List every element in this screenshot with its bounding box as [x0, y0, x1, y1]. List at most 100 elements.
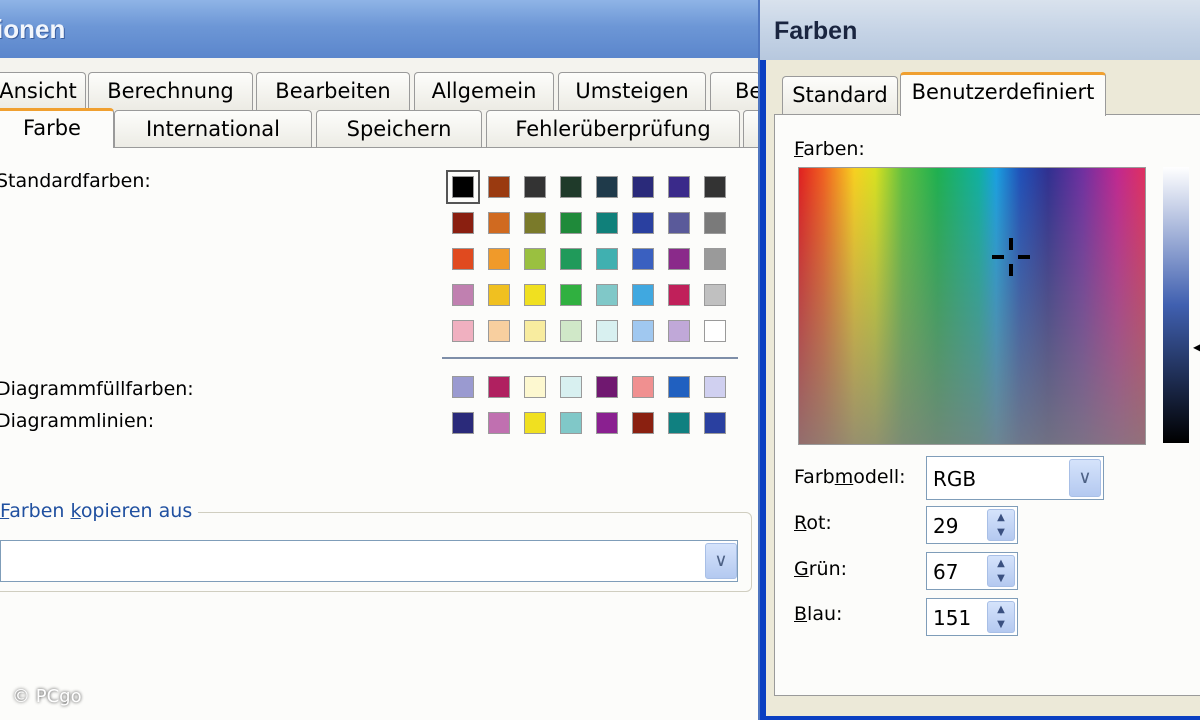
standard-color-swatch[interactable]	[668, 248, 690, 270]
standard-color-swatch[interactable]	[632, 212, 654, 234]
standard-color-swatch[interactable]	[560, 176, 582, 198]
colors-field-label: Farben:	[794, 138, 865, 160]
standard-color-swatch[interactable]	[560, 212, 582, 234]
standard-color-swatch[interactable]	[632, 320, 654, 342]
tab-speichern[interactable]: Speichern	[316, 110, 482, 148]
red-value: 29	[933, 514, 959, 538]
options-title-bar[interactable]: ionen	[0, 0, 760, 58]
standard-color-swatch[interactable]	[632, 284, 654, 306]
tab-farbe[interactable]: Farbe	[0, 108, 114, 148]
tab-international[interactable]: International	[114, 110, 312, 148]
standard-color-swatch[interactable]	[560, 320, 582, 342]
chart-line-swatch[interactable]	[596, 412, 618, 434]
standard-color-swatch[interactable]	[524, 212, 546, 234]
tab-benutzerdefiniert[interactable]: Benutzerdefiniert	[900, 72, 1106, 116]
copyright-watermark: © PCgo	[12, 686, 82, 707]
standard-color-swatch[interactable]	[668, 320, 690, 342]
standard-color-swatch[interactable]	[560, 248, 582, 270]
color-spectrum-picker[interactable]	[798, 167, 1146, 445]
green-spinner-icon[interactable]: ▲ ▼	[987, 555, 1015, 587]
red-label: Rot:	[794, 512, 832, 534]
luminance-slider[interactable]	[1163, 167, 1189, 443]
standard-color-swatch[interactable]	[704, 176, 726, 198]
tab-umsteigen[interactable]: Umsteigen	[558, 72, 706, 110]
chart-lines-label: Diagrammlinien:	[0, 410, 155, 432]
standard-color-swatch[interactable]	[704, 320, 726, 342]
standard-colors-label: Standardfarben:	[0, 170, 151, 192]
crosshair-icon[interactable]	[992, 238, 1030, 276]
chart-line-swatch[interactable]	[704, 412, 726, 434]
standard-color-swatch[interactable]	[704, 284, 726, 306]
copy-colors-select[interactable]: ∨	[0, 540, 738, 582]
red-input[interactable]: 29 ▲ ▼	[926, 506, 1018, 544]
standard-color-swatch[interactable]	[488, 176, 510, 198]
tab-fehlerueberpruefung[interactable]: Fehlerüberprüfung	[486, 110, 740, 148]
colors-title-bar[interactable]: Farben	[760, 0, 1200, 60]
options-window: ionen Ansicht Berechnung Bearbeiten Allg…	[0, 0, 763, 720]
chart-line-swatch[interactable]	[632, 412, 654, 434]
tab-allgemein[interactable]: Allgemein	[414, 72, 554, 110]
color-model-value: RGB	[933, 467, 977, 491]
chart-fill-swatch[interactable]	[452, 376, 474, 398]
standard-color-swatch[interactable]	[524, 320, 546, 342]
red-spinner-icon[interactable]: ▲ ▼	[987, 509, 1015, 541]
color-model-label: Farbmodell:	[794, 466, 906, 488]
standard-color-swatch[interactable]	[452, 284, 474, 306]
chart-line-swatch[interactable]	[452, 412, 474, 434]
standard-color-swatch[interactable]	[452, 320, 474, 342]
standard-color-swatch[interactable]	[596, 212, 618, 234]
chart-line-swatch[interactable]	[524, 412, 546, 434]
chart-fill-swatch[interactable]	[704, 376, 726, 398]
chart-fill-swatch[interactable]	[632, 376, 654, 398]
separator	[442, 357, 738, 359]
green-input[interactable]: 67 ▲ ▼	[926, 552, 1018, 590]
chevron-down-icon[interactable]: ∨	[1069, 459, 1101, 497]
standard-color-swatch[interactable]	[596, 320, 618, 342]
blue-label: Blau:	[794, 603, 843, 625]
standard-color-swatch[interactable]	[632, 176, 654, 198]
standard-color-swatch[interactable]	[446, 170, 480, 204]
standard-color-swatch[interactable]	[560, 284, 582, 306]
blue-input[interactable]: 151 ▲ ▼	[926, 598, 1018, 636]
standard-color-swatch[interactable]	[668, 176, 690, 198]
standard-color-swatch[interactable]	[668, 212, 690, 234]
green-value: 67	[933, 560, 959, 584]
tab-berechnung[interactable]: Berechnung	[88, 72, 253, 110]
standard-color-swatch[interactable]	[488, 320, 510, 342]
luminance-arrow-icon[interactable]: ◀	[1193, 337, 1200, 356]
chart-fill-swatch[interactable]	[668, 376, 690, 398]
tab-ansicht[interactable]: Ansicht	[0, 72, 86, 110]
colors-title: Farben	[774, 17, 858, 45]
standard-color-swatch[interactable]	[704, 248, 726, 270]
tab-bearbeiten[interactable]: Bearbeiten	[256, 72, 410, 110]
standard-color-swatch[interactable]	[596, 248, 618, 270]
chart-line-swatch[interactable]	[668, 412, 690, 434]
green-label: Grün:	[794, 558, 848, 580]
chart-fill-swatch[interactable]	[488, 376, 510, 398]
options-title: ionen	[0, 14, 66, 44]
chart-fill-swatch[interactable]	[560, 376, 582, 398]
chart-line-swatch[interactable]	[488, 412, 510, 434]
standard-color-swatch[interactable]	[524, 176, 546, 198]
standard-color-swatch[interactable]	[704, 212, 726, 234]
standard-color-swatch[interactable]	[524, 248, 546, 270]
color-model-select[interactable]: RGB ∨	[926, 456, 1104, 500]
chart-fill-swatch[interactable]	[596, 376, 618, 398]
standard-color-swatch[interactable]	[452, 212, 474, 234]
standard-color-swatch[interactable]	[596, 176, 618, 198]
standard-color-swatch[interactable]	[452, 248, 474, 270]
blue-spinner-icon[interactable]: ▲ ▼	[987, 601, 1015, 633]
standard-color-swatch[interactable]	[488, 212, 510, 234]
chart-line-swatch[interactable]	[560, 412, 582, 434]
standard-color-swatch[interactable]	[668, 284, 690, 306]
blue-value: 151	[933, 606, 972, 630]
standard-color-swatch[interactable]	[488, 284, 510, 306]
chart-fill-swatch[interactable]	[524, 376, 546, 398]
tab-standard[interactable]: Standard	[782, 76, 898, 114]
tab-more[interactable]: Be	[710, 72, 760, 110]
standard-color-swatch[interactable]	[632, 248, 654, 270]
standard-color-swatch[interactable]	[596, 284, 618, 306]
standard-color-swatch[interactable]	[488, 248, 510, 270]
standard-color-swatch[interactable]	[524, 284, 546, 306]
chevron-down-icon[interactable]: ∨	[705, 543, 737, 579]
